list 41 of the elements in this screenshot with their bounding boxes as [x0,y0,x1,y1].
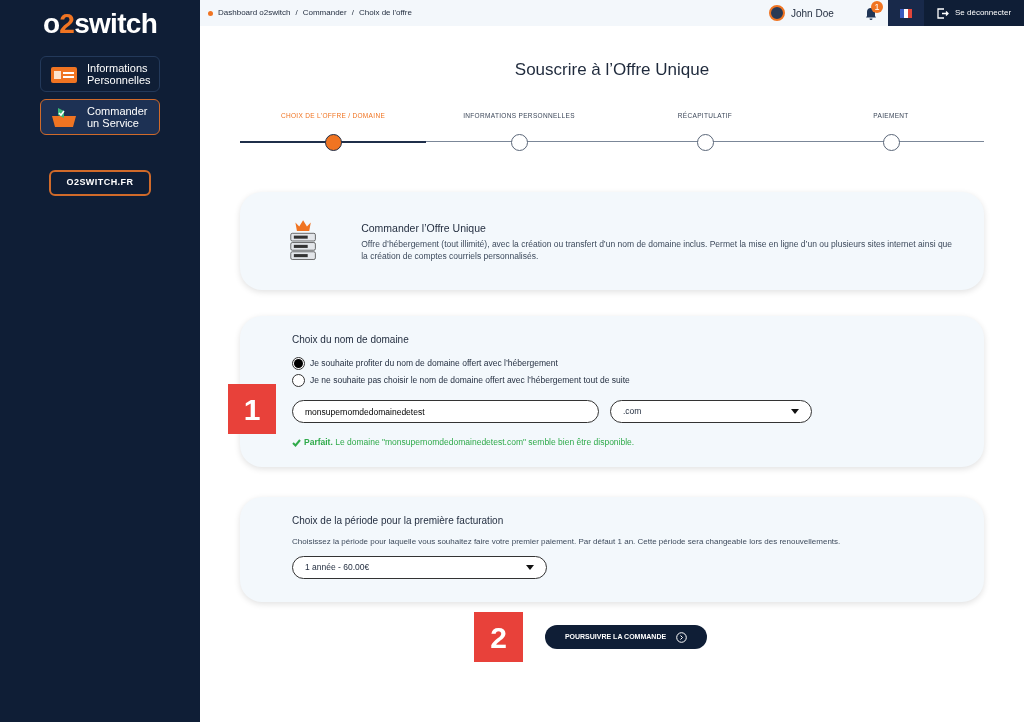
domain-title: Choix du nom de domaine [292,333,410,348]
offer-title: Commander l’Offre Unique [361,220,487,236]
breadcrumb-link[interactable]: Dashboard o2switch [218,7,291,19]
availability-message: Parfait. Le domaine "monsupernomdedomainedetest.com" semble bien être disponible. [304,436,635,449]
radio-label: Je ne souhaite pas choisir le nom de domaine offert avec l’hébergement tout de suite [310,374,630,388]
language-flag[interactable] [888,0,924,26]
step-marker[interactable] [882,133,900,151]
page-title: Souscrire à l’Offre Unique [513,59,711,81]
step-marker[interactable] [510,133,528,151]
logout-icon [936,6,949,20]
breadcrumb-link[interactable]: Choix de l'offre [358,7,412,19]
breadcrumb-separator: / [295,7,298,19]
billing-title: Choix de la période pour la première facturation [292,514,505,529]
chevron-circle-icon [676,631,688,643]
billing-description: Choisissez la période pour laquelle vous souhaitez faire votre premier paiement. Par défaut 1 an. Cette période sera changeable lors des renouvellements. [292,536,842,549]
step-marker[interactable] [696,133,714,151]
check-icon [292,438,301,447]
radio-button[interactable] [292,374,305,388]
annotation-badge: 2 [474,612,523,663]
user-name: John Doe [791,6,835,21]
annotation-badge: 1 [228,384,276,435]
notification-badge: 1 [871,1,883,13]
sidebar-item[interactable]: Commander un Service [40,99,160,135]
offer-description: Offre d’hébergement (tout illimité), avec la création ou transfert d’un nom de domaine inclus. Permet la mise en ligne d’un ou plusieurs sites internet ainsi que la création de comptes courriels personnalisés. [361,237,954,262]
logout-button[interactable]: Se déconnecter [924,0,1024,26]
domain-name-input[interactable]: monsupernomdedomainedetest [292,400,599,424]
avatar [769,5,785,21]
caret-icon [791,409,799,415]
radio-button[interactable] [292,357,305,371]
logo: o2switch [42,10,158,38]
flag-icon [900,8,912,18]
sidebar-item[interactable]: Informations Personnelles [40,56,160,92]
caret-icon [526,565,534,571]
extension-select[interactable]: .com [610,400,812,424]
breadcrumb-separator: / [351,7,354,19]
breadcrumb-link[interactable]: Commander [302,7,347,19]
radio-label: Je souhaite profiter du nom de domaine offert avec l’hébergement [310,357,558,371]
basket-icon [49,106,79,128]
site-link[interactable]: O2SWITCH.FR [49,170,151,196]
period-select[interactable]: 1 année - 60.00€ [292,556,547,580]
step-marker[interactable] [324,133,342,151]
